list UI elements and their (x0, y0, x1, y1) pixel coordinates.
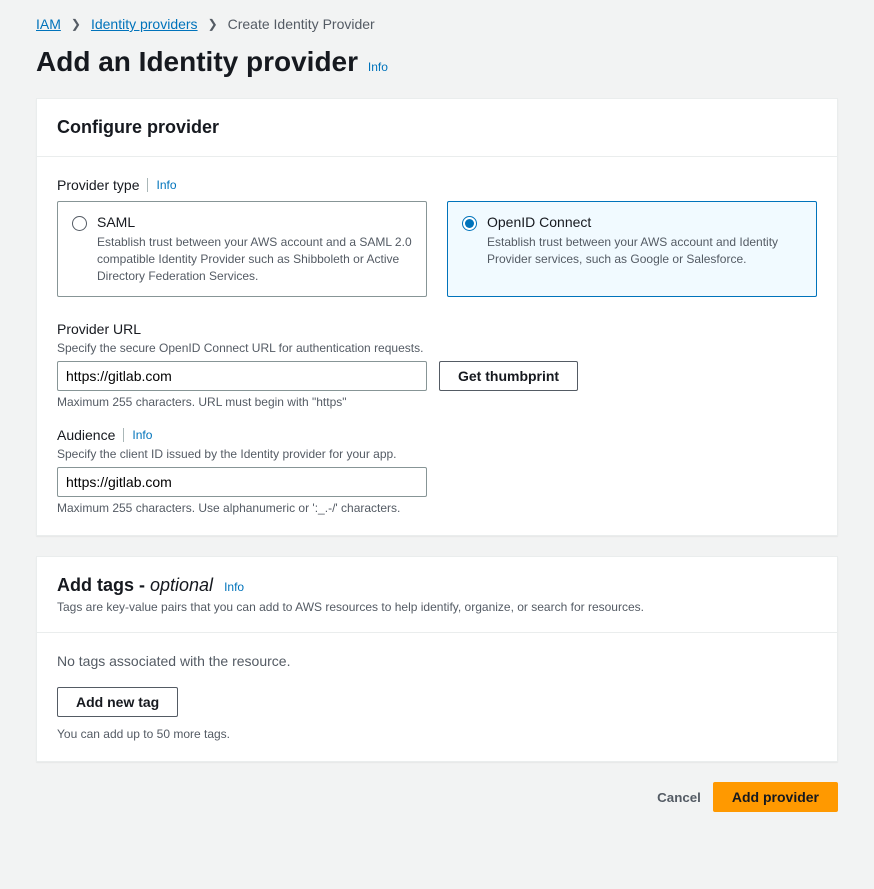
radio-icon (72, 216, 87, 231)
get-thumbprint-button[interactable]: Get thumbprint (439, 361, 578, 391)
breadcrumb-identity-providers[interactable]: Identity providers (91, 16, 198, 32)
radio-icon (462, 216, 477, 231)
provider-type-label: Provider type (57, 177, 139, 193)
configure-header: Configure provider (37, 99, 837, 157)
saml-desc: Establish trust between your AWS account… (97, 234, 412, 284)
provider-url-desc: Specify the secure OpenID Connect URL fo… (57, 341, 817, 355)
breadcrumb-iam[interactable]: IAM (36, 16, 61, 32)
page-title: Add an Identity provider (36, 46, 358, 78)
breadcrumb-current: Create Identity Provider (228, 16, 375, 32)
breadcrumb: IAM ❯ Identity providers ❯ Create Identi… (36, 16, 838, 32)
configure-provider-panel: Configure provider Provider type Info SA… (36, 98, 838, 536)
provider-url-input[interactable] (57, 361, 427, 391)
tags-heading: Add tags - optional Info (57, 575, 817, 596)
audience-constraint: Maximum 255 characters. Use alphanumeric… (57, 501, 817, 515)
configure-heading: Configure provider (57, 117, 817, 138)
audience-info-link[interactable]: Info (123, 428, 152, 442)
audience-input[interactable] (57, 467, 427, 497)
tags-desc: Tags are key-value pairs that you can ad… (57, 600, 817, 614)
chevron-right-icon: ❯ (71, 17, 81, 31)
page-info-link[interactable]: Info (368, 60, 388, 74)
tags-header: Add tags - optional Info Tags are key-va… (37, 557, 837, 633)
oidc-desc: Establish trust between your AWS account… (487, 234, 802, 268)
tags-hint: You can add up to 50 more tags. (57, 727, 817, 741)
no-tags-text: No tags associated with the resource. (57, 653, 817, 669)
provider-url-label: Provider URL (57, 321, 141, 337)
cancel-button[interactable]: Cancel (657, 782, 701, 812)
add-new-tag-button[interactable]: Add new tag (57, 687, 178, 717)
provider-type-info-link[interactable]: Info (147, 178, 176, 192)
oidc-title: OpenID Connect (487, 214, 802, 230)
add-provider-button[interactable]: Add provider (713, 782, 838, 812)
footer-actions: Cancel Add provider (36, 782, 838, 812)
provider-url-constraint: Maximum 255 characters. URL must begin w… (57, 395, 817, 409)
saml-title: SAML (97, 214, 412, 230)
audience-desc: Specify the client ID issued by the Iden… (57, 447, 817, 461)
audience-label: Audience (57, 427, 115, 443)
provider-type-saml-tile[interactable]: SAML Establish trust between your AWS ac… (57, 201, 427, 297)
chevron-right-icon: ❯ (208, 17, 218, 31)
provider-type-oidc-tile[interactable]: OpenID Connect Establish trust between y… (447, 201, 817, 297)
add-tags-panel: Add tags - optional Info Tags are key-va… (36, 556, 838, 762)
tags-info-link[interactable]: Info (224, 580, 244, 594)
